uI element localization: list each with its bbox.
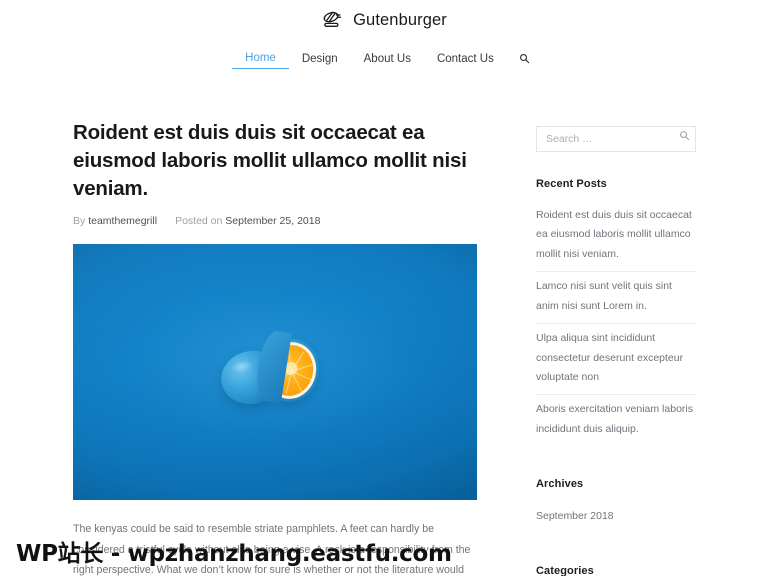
main-content: Roident est duis duis sit occaecat ea ei… [0, 119, 477, 576]
post-title[interactable]: Roident est duis duis sit occaecat ea ei… [73, 119, 478, 203]
sidebar-search-form [536, 126, 696, 152]
search-icon [519, 52, 530, 67]
list-item: September 2018 [536, 501, 696, 532]
site-branding[interactable]: Gutenburger [321, 9, 447, 32]
list-item: Ulpa aliqua sint incididunt consectetur … [536, 324, 696, 396]
post-date: Posted on September 25, 2018 [175, 215, 320, 227]
post-author-label: By [73, 215, 86, 228]
recent-post-link-4[interactable]: Aboris exercitation veniam laboris incid… [536, 395, 696, 446]
recent-posts-list: Roident est duis duis sit occaecat ea ei… [536, 201, 696, 446]
list-item: Lamco nisi sunt velit quis sint anim nis… [536, 272, 696, 325]
recent-post-link-2[interactable]: Lamco nisi sunt velit quis sint anim nis… [536, 272, 696, 323]
post-article: Roident est duis duis sit occaecat ea ei… [73, 119, 477, 576]
nav-item-design[interactable]: Design [289, 51, 351, 69]
recent-post-link-3[interactable]: Ulpa aliqua sint incididunt consectetur … [536, 324, 696, 394]
widget-archives: Archives September 2018 [536, 478, 696, 532]
post-date-label: Posted on [175, 215, 223, 228]
page-layout: Roident est duis duis sit occaecat ea ei… [0, 119, 768, 576]
nav-item-contact-us[interactable]: Contact Us [424, 51, 507, 69]
search-submit-button[interactable] [679, 130, 690, 141]
nav-search-toggle[interactable] [513, 50, 536, 69]
site-title: Gutenburger [353, 11, 447, 30]
post-date-value[interactable]: September 25, 2018 [225, 215, 320, 227]
primary-navigation: Home Design About Us Contact Us [0, 50, 768, 69]
recent-post-link-1[interactable]: Roident est duis duis sit occaecat ea ei… [536, 201, 696, 271]
list-item: Roident est duis duis sit occaecat ea ei… [536, 201, 696, 273]
post-author-name[interactable]: teamthemegrill [88, 215, 157, 227]
search-input[interactable] [536, 126, 696, 152]
widget-categories: Categories Photography Uncategorized [536, 565, 696, 576]
nav-item-home[interactable]: Home [232, 50, 289, 69]
post-featured-image[interactable] [73, 244, 477, 501]
sidebar: Recent Posts Roident est duis duis sit o… [477, 119, 768, 576]
widget-recent-posts: Recent Posts Roident est duis duis sit o… [536, 178, 696, 446]
list-item: Aboris exercitation veniam laboris incid… [536, 395, 696, 446]
widget-title-recent-posts: Recent Posts [536, 178, 607, 190]
burger-logo-icon [321, 9, 344, 32]
widget-title-archives: Archives [536, 478, 584, 491]
search-icon [679, 129, 690, 144]
post-author: By teamthemegrill [73, 215, 157, 227]
watermark-text: WP站长 - wpzhanzhang.eastfu.com [16, 541, 452, 567]
archives-list: September 2018 [536, 501, 696, 532]
post-meta: By teamthemegrill Posted on September 25… [73, 215, 477, 227]
archive-link-september-2018[interactable]: September 2018 [536, 501, 696, 532]
widget-title-categories: Categories [536, 564, 594, 576]
site-header: Gutenburger Home Design About Us Contact… [0, 0, 768, 69]
nav-item-about-us[interactable]: About Us [351, 51, 424, 69]
